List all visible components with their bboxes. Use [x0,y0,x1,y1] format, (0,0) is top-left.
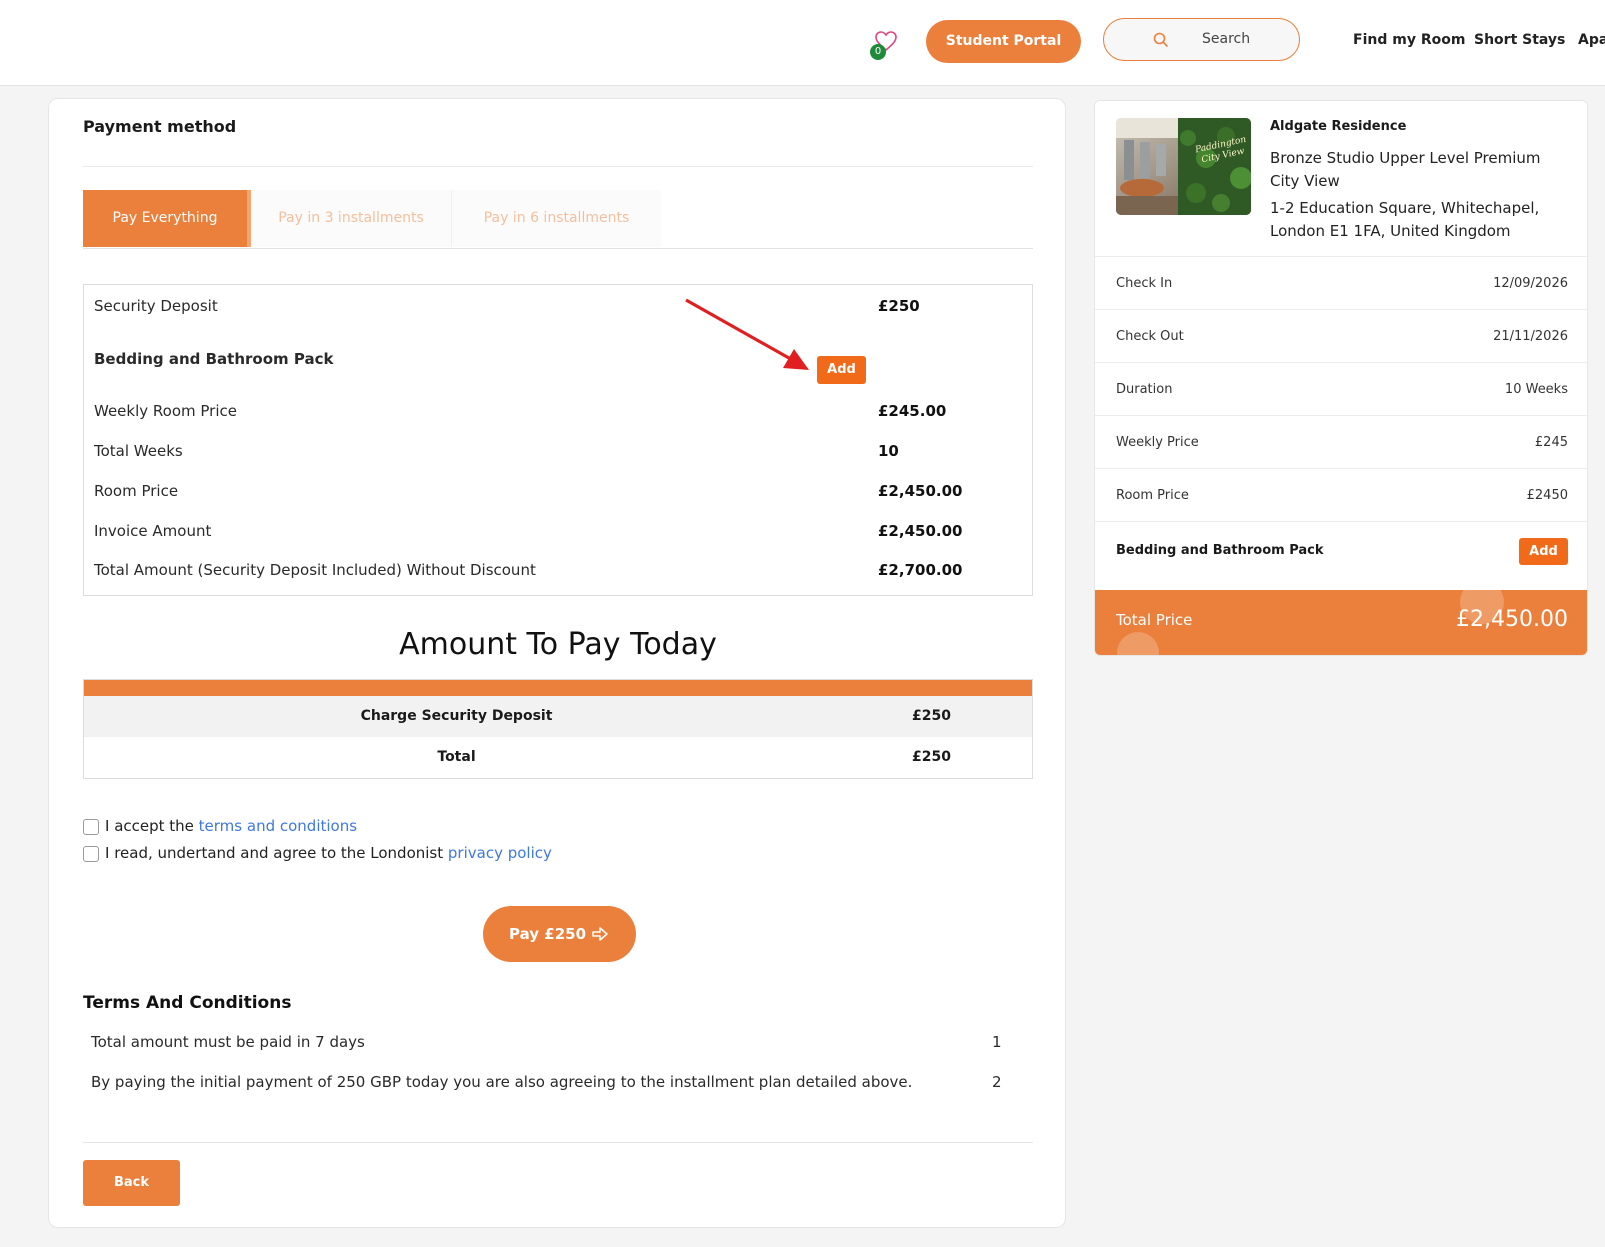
nav-apartments[interactable]: Apa [1578,32,1605,48]
divider [83,248,1033,249]
room-type: Bronze Studio Upper Level Premium City V… [1270,149,1541,190]
weekly-price-row: Weekly Price £245 [1095,415,1587,468]
room-photo: Paddington City View [1116,118,1251,215]
room-price-label: Room Price [94,482,179,500]
privacy-prefix: I read, undertand and agree to the Londo… [105,844,448,862]
side-room-price-value: £2450 [1526,488,1568,503]
room-price-row: Room Price £2450 [1095,468,1587,521]
residence-address: 1-2 Education Square, Whitechapel, Londo… [1270,199,1540,240]
weekly-price-value: £245 [1534,435,1568,450]
total-label: Total [437,749,476,765]
total-weeks-label: Total Weeks [94,442,183,460]
search-icon [1153,32,1169,48]
side-room-price-label: Room Price [1116,488,1189,503]
total-amount-value: £2,700.00 [878,561,963,579]
weekly-price-label: Weekly Price [1116,435,1199,450]
search-placeholder: Search [1202,31,1251,47]
terms-link[interactable]: terms and conditions [199,817,357,835]
check-in-label: Check In [1116,276,1173,291]
table-row: Charge Security Deposit £250 [84,696,1032,737]
back-button[interactable]: Back [83,1160,180,1206]
privacy-checkbox-label: I read, undertand and agree to the Londo… [105,844,552,862]
total-price-bar: Total Price £2,450.00 [1095,590,1587,655]
invoice-amount-label: Invoice Amount [94,522,212,540]
privacy-policy-link[interactable]: privacy policy [448,844,552,862]
divider [83,1142,1033,1143]
check-in-row: Check In 12/09/2026 [1095,256,1587,309]
check-out-value: 21/11/2026 [1493,329,1568,344]
tab-pay-everything[interactable]: Pay Everything [83,190,251,247]
wishlist-button[interactable]: 0 [870,30,900,60]
nav-short-stays[interactable]: Short Stays [1474,32,1565,48]
total-weeks-value: 10 [878,442,899,460]
weekly-room-price-value: £245.00 [878,402,947,420]
weekly-room-price-label: Weekly Room Price [94,402,237,420]
invoice-amount-value: £2,450.00 [878,522,963,540]
pay-button-label: Pay £250 [509,925,586,943]
room-price-value: £2,450.00 [878,482,963,500]
pay-button[interactable]: Pay £250 [483,906,636,962]
terms-item-text: By paying the initial payment of 250 GBP… [91,1073,913,1091]
security-deposit-label: Security Deposit [94,297,218,315]
pack-label: Bedding and Bathroom Pack [94,350,334,368]
terms-and-conditions-title: Terms And Conditions [83,993,292,1013]
residence-name: Aldgate Residence [1270,119,1407,134]
privacy-checkbox[interactable] [83,846,99,862]
amount-to-pay-today-title: Amount To Pay Today [399,627,717,662]
security-deposit-value: £250 [878,297,920,315]
check-out-label: Check Out [1116,329,1184,344]
total-amount-label: Total Amount (Security Deposit Included)… [94,561,536,579]
divider [83,166,1033,167]
duration-label: Duration [1116,382,1173,397]
room-photo-image [1116,118,1251,215]
payment-method-title: Payment method [83,117,237,136]
side-pack-label: Bedding and Bathroom Pack [1116,543,1324,558]
charge-security-deposit-value: £250 [912,708,951,724]
student-portal-button[interactable]: Student Portal [926,20,1081,63]
arrow-right-icon [592,927,608,941]
duration-value: 10 Weeks [1504,382,1568,397]
pack-row: Bedding and Bathroom Pack Add [1095,521,1587,590]
total-value: £250 [912,749,951,765]
duration-row: Duration 10 Weeks [1095,362,1587,415]
total-price-label: Total Price [1116,611,1193,629]
payment-card: Payment method Pay Everything Pay in 3 i… [48,98,1066,1228]
table-header-bar [84,680,1032,696]
terms-checkbox-label: I accept the terms and conditions [105,817,357,835]
side-add-pack-button[interactable]: Add [1519,538,1568,565]
tab-pay-3-installments[interactable]: Pay in 3 installments [251,190,451,247]
terms-prefix: I accept the [105,817,199,835]
nav-find-my-room[interactable]: Find my Room [1353,32,1465,48]
search-input[interactable]: Search [1103,18,1300,61]
wishlist-count-badge: 0 [870,44,886,60]
amount-today-table: Charge Security Deposit £250 Total £250 [83,679,1033,779]
charge-security-deposit-label: Charge Security Deposit [360,708,553,724]
terms-item-text: Total amount must be paid in 7 days [91,1033,365,1051]
check-in-value: 12/09/2026 [1493,276,1568,291]
tab-pay-6-installments[interactable]: Pay in 6 installments [451,190,661,247]
total-price-value: £2,450.00 [1456,607,1568,632]
price-summary-table: Security Deposit £250 Bedding and Bathro… [83,284,1033,596]
table-row: Total £250 [84,737,1032,778]
booking-summary-card: Paddington City View Aldgate Residence B… [1094,100,1588,656]
terms-item-number: 1 [992,1033,1002,1051]
top-navigation-bar: 0 Student Portal Search Find my Room Sho… [0,0,1605,86]
add-pack-button[interactable]: Add [817,356,866,384]
terms-checkbox[interactable] [83,819,99,835]
terms-item-number: 2 [992,1073,1002,1091]
check-out-row: Check Out 21/11/2026 [1095,309,1587,362]
red-arrow-annotation [685,298,809,370]
